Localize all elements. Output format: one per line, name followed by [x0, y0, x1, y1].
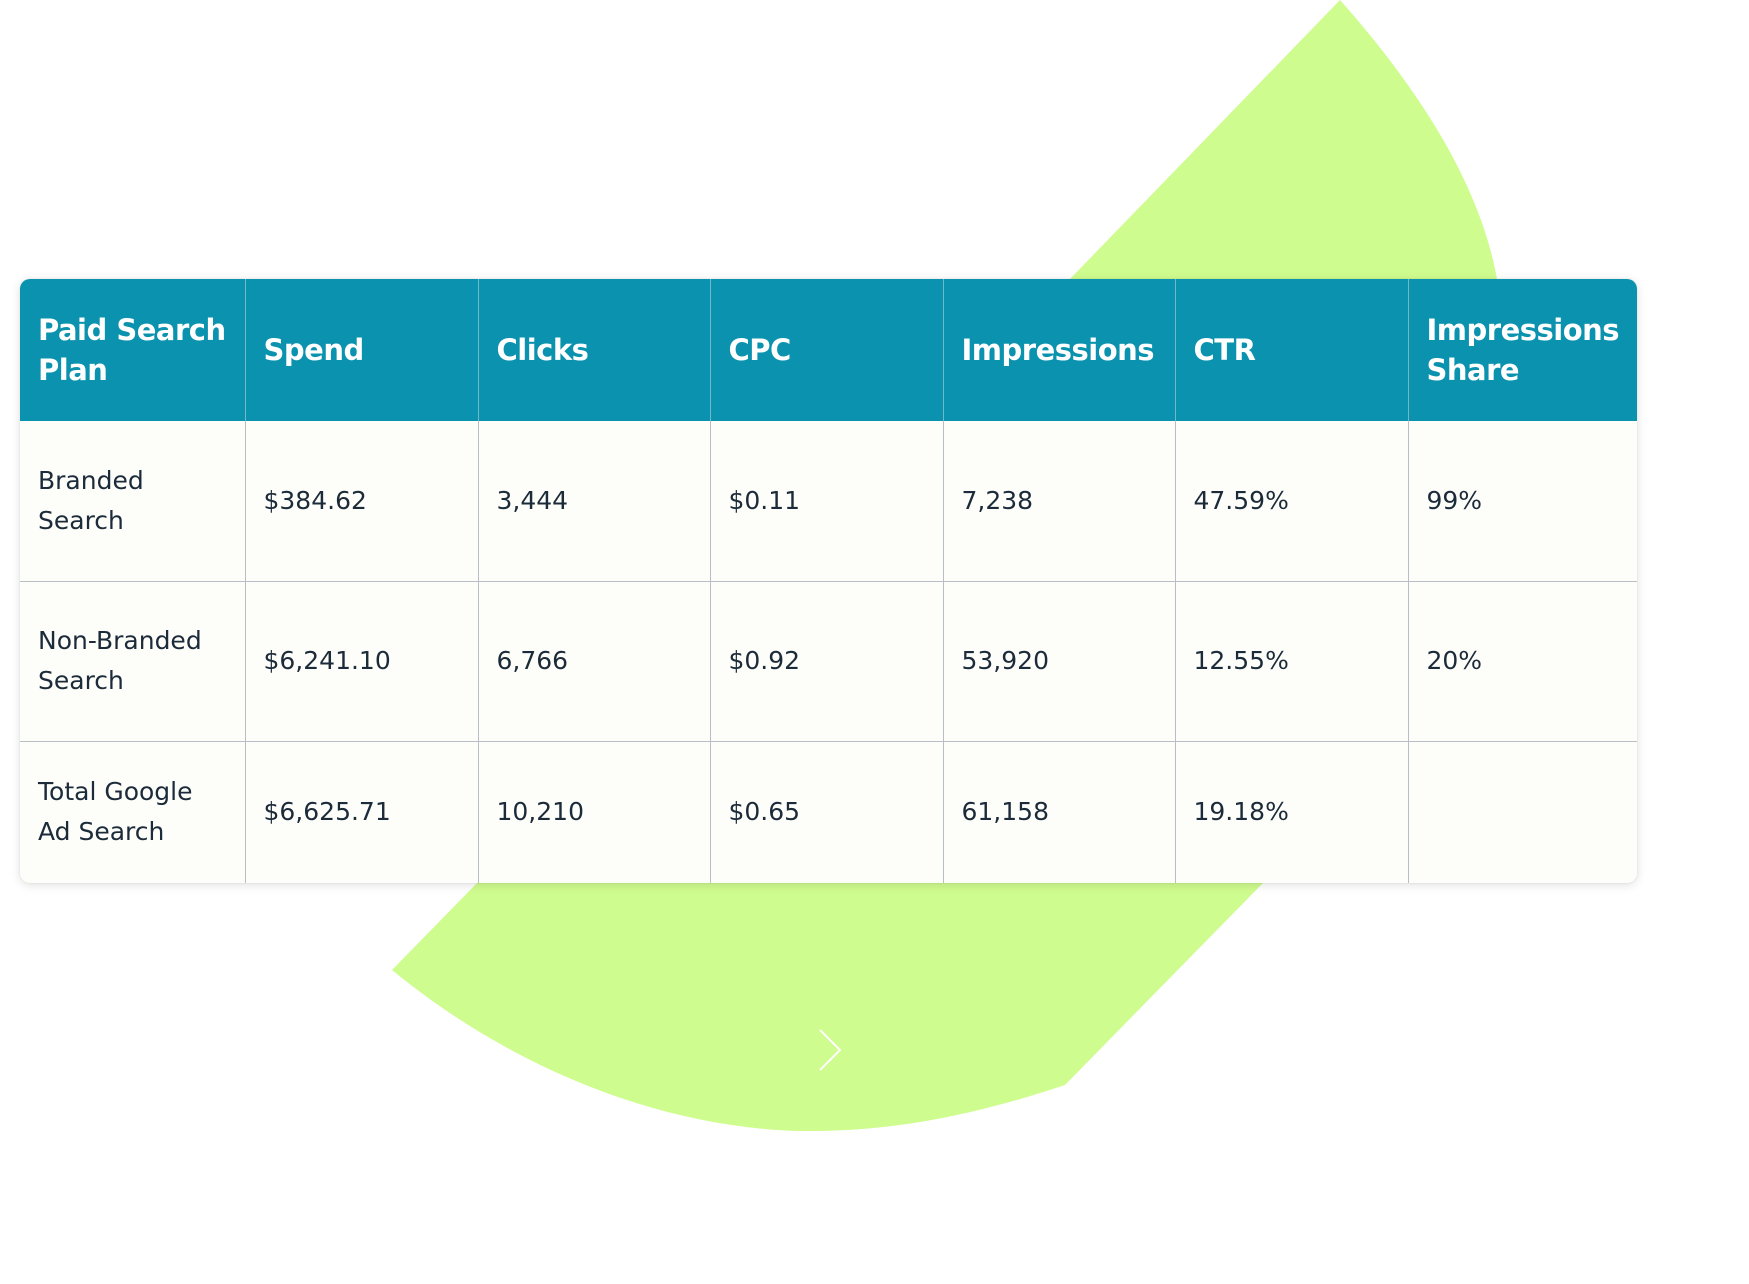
header-row: Paid Search Plan Spend Clicks CPC Impres… [20, 279, 1637, 421]
paid-search-table-card: Paid Search Plan Spend Clicks CPC Impres… [20, 279, 1637, 883]
cell-spend: $384.62 [245, 421, 479, 582]
cell-impressions-share: 99% [1408, 421, 1637, 582]
cell-plan: Total Google Ad Search [20, 741, 246, 883]
cell-cpc: $0.11 [710, 421, 944, 582]
chevron-right-icon[interactable] [818, 1028, 844, 1072]
cell-impressions: 7,238 [943, 421, 1176, 582]
table-body: Branded Search $384.62 3,444 $0.11 7,238… [20, 421, 1637, 883]
cell-ctr: 12.55% [1175, 581, 1409, 742]
header-impressions-share: Impressions Share [1408, 279, 1637, 421]
cell-clicks: 3,444 [478, 421, 711, 582]
cell-impressions: 53,920 [943, 581, 1176, 742]
cell-clicks: 6,766 [478, 581, 711, 742]
cell-clicks: 10,210 [478, 741, 711, 883]
cell-plan: Non-Branded Search [20, 581, 246, 742]
header-cpc: CPC [710, 279, 944, 421]
table-row: Branded Search $384.62 3,444 $0.11 7,238… [20, 421, 1637, 582]
header-paid-search-plan: Paid Search Plan [20, 279, 246, 421]
cell-impressions-share: 20% [1408, 581, 1637, 742]
table-row: Total Google Ad Search $6,625.71 10,210 … [20, 741, 1637, 883]
table-header: Paid Search Plan Spend Clicks CPC Impres… [20, 279, 1637, 421]
header-ctr: CTR [1175, 279, 1409, 421]
header-impressions: Impressions [943, 279, 1176, 421]
cell-ctr: 19.18% [1175, 741, 1409, 883]
cell-spend: $6,625.71 [245, 741, 479, 883]
header-spend: Spend [245, 279, 479, 421]
cell-ctr: 47.59% [1175, 421, 1409, 582]
cell-cpc: $0.65 [710, 741, 944, 883]
table-row: Non-Branded Search $6,241.10 6,766 $0.92… [20, 581, 1637, 742]
cell-impressions-share [1408, 741, 1637, 883]
paid-search-table: Paid Search Plan Spend Clicks CPC Impres… [20, 279, 1637, 883]
cell-impressions: 61,158 [943, 741, 1176, 883]
cell-spend: $6,241.10 [245, 581, 479, 742]
cell-cpc: $0.92 [710, 581, 944, 742]
cell-plan: Branded Search [20, 421, 246, 582]
header-clicks: Clicks [478, 279, 711, 421]
